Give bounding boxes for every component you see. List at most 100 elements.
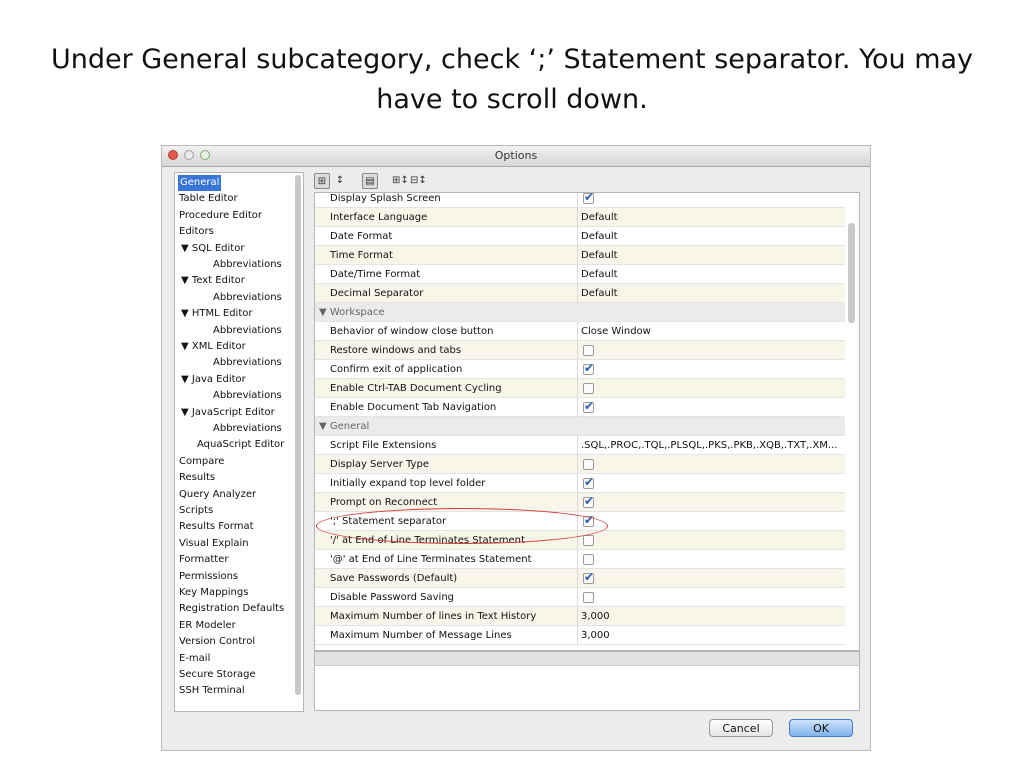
settings-row[interactable]: Maximum Number of lines in Text History 3… bbox=[315, 607, 845, 626]
sidebar-item[interactable]: Permissions bbox=[179, 569, 238, 585]
sidebar-item[interactable]: Secure Storage bbox=[179, 667, 256, 683]
sidebar-item[interactable]: ER Modeler bbox=[179, 618, 236, 634]
show-description-icon[interactable]: ▤ bbox=[362, 173, 378, 189]
sidebar-item[interactable]: General bbox=[178, 175, 222, 191]
settings-row[interactable]: Interface Language Default bbox=[315, 208, 845, 227]
sidebar-item[interactable]: Abbreviations bbox=[213, 388, 282, 404]
settings-row[interactable]: Display Server Type bbox=[315, 455, 845, 474]
setting-checkbox[interactable] bbox=[583, 568, 594, 587]
setting-value[interactable]: Default bbox=[581, 284, 618, 303]
categorized-view-icon[interactable]: ⊞ bbox=[314, 173, 330, 189]
sidebar-item[interactable]: ▼ Text Editor bbox=[181, 273, 245, 289]
settings-row[interactable]: Restore windows and tabs bbox=[315, 341, 845, 360]
window-titlebar[interactable]: Options bbox=[162, 146, 870, 167]
sidebar-item[interactable]: Query Analyzer bbox=[179, 487, 256, 503]
description-panel bbox=[314, 651, 860, 711]
sidebar-item[interactable]: E-mail bbox=[179, 651, 210, 667]
setting-checkbox[interactable] bbox=[583, 383, 594, 394]
grid-scrollbar[interactable] bbox=[848, 223, 855, 323]
setting-checkbox[interactable] bbox=[583, 592, 594, 603]
setting-name: Interface Language bbox=[330, 212, 428, 223]
settings-row[interactable]: Decimal Separator Default bbox=[315, 284, 845, 303]
settings-row[interactable]: Maximum Number of Message Lines 3,000 bbox=[315, 626, 845, 645]
setting-checkbox[interactable] bbox=[583, 473, 594, 492]
sort-alpha-icon[interactable]: ↕ bbox=[332, 173, 348, 189]
sidebar-item[interactable]: Abbreviations bbox=[213, 355, 282, 371]
settings-row[interactable]: Enable Ctrl-TAB Document Cycling bbox=[315, 379, 845, 398]
setting-value[interactable]: Default bbox=[581, 208, 618, 227]
setting-name: Disable Password Saving bbox=[330, 592, 455, 603]
settings-grid[interactable]: Maximum Number of Message Lines 3,000 Maxi… bbox=[314, 192, 860, 651]
settings-row[interactable]: Date/Time Format Default bbox=[315, 265, 845, 284]
settings-category-row[interactable]: ▼ General bbox=[315, 417, 845, 436]
setting-checkbox[interactable] bbox=[583, 397, 594, 416]
column-divider bbox=[577, 322, 578, 341]
sidebar-item[interactable]: ▼ SQL Editor bbox=[181, 241, 244, 257]
collapse-all-icon[interactable]: ⊟↕ bbox=[410, 173, 427, 189]
sidebar-item[interactable]: Abbreviations bbox=[213, 323, 282, 339]
sidebar-item[interactable]: Results Format bbox=[179, 519, 254, 535]
sidebar-item[interactable]: Abbreviations bbox=[213, 421, 282, 437]
settings-row[interactable]: Enable Document Tab Navigation bbox=[315, 397, 845, 417]
setting-value[interactable]: .SQL,.PROC,.TQL,.PLSQL,.PKS,.PKB,.XQB,.T… bbox=[581, 436, 837, 455]
sidebar-item[interactable]: Formatter bbox=[179, 552, 228, 568]
sidebar-item[interactable]: Results bbox=[179, 470, 215, 486]
setting-value[interactable]: Default bbox=[581, 227, 618, 246]
settings-row[interactable]: Script File Extensions .SQL,.PROC,.TQL,.P… bbox=[315, 436, 845, 455]
category-tree[interactable]: General Table Editor Procedure Editor Edito… bbox=[174, 172, 304, 712]
settings-row[interactable]: '@' at End of Line Terminates Statement bbox=[315, 550, 845, 569]
cancel-button[interactable]: Cancel bbox=[709, 719, 773, 737]
setting-value[interactable]: Default bbox=[581, 246, 618, 265]
column-divider bbox=[577, 193, 578, 208]
sidebar-item[interactable]: Visual Explain bbox=[179, 536, 249, 552]
sidebar-item[interactable]: ▼ JavaScript Editor bbox=[181, 405, 275, 421]
sidebar-item[interactable]: Table Editor bbox=[179, 191, 238, 207]
sidebar-item[interactable]: Version Control bbox=[179, 634, 255, 650]
setting-checkbox[interactable] bbox=[583, 359, 594, 378]
sidebar-item[interactable]: ▼ Java Editor bbox=[181, 372, 246, 388]
setting-value[interactable]: Close Window bbox=[581, 322, 651, 341]
expand-all-icon[interactable]: ⊞↕ bbox=[392, 173, 409, 189]
settings-row[interactable]: Display Splash Screen bbox=[315, 193, 845, 208]
setting-value[interactable]: Default bbox=[581, 265, 618, 284]
column-divider bbox=[577, 550, 578, 569]
sidebar-item[interactable]: Abbreviations bbox=[213, 257, 282, 273]
setting-checkbox[interactable] bbox=[583, 535, 594, 546]
sidebar-item[interactable]: Compare bbox=[179, 454, 224, 470]
setting-value[interactable]: 3,000 bbox=[581, 626, 610, 645]
settings-row[interactable]: Initially expand top level folder bbox=[315, 473, 845, 493]
sidebar-item[interactable]: Registration Defaults bbox=[179, 601, 284, 617]
sidebar-scrollbar[interactable] bbox=[295, 175, 301, 695]
sidebar-item[interactable]: Scripts bbox=[179, 503, 213, 519]
sidebar-item[interactable]: Abbreviations bbox=[213, 290, 282, 306]
setting-checkbox[interactable] bbox=[583, 193, 594, 207]
settings-row[interactable]: Disable Password Saving bbox=[315, 588, 845, 607]
column-divider bbox=[577, 398, 578, 417]
sidebar-item[interactable]: Editors bbox=[179, 224, 214, 240]
setting-value[interactable]: 3,000 bbox=[581, 607, 610, 626]
setting-checkbox[interactable] bbox=[583, 554, 594, 565]
setting-name: Script File Extensions bbox=[330, 440, 437, 451]
settings-row[interactable]: Confirm exit of application bbox=[315, 359, 845, 379]
setting-name: Restore windows and tabs bbox=[330, 345, 462, 356]
sidebar-item[interactable]: SSH Terminal bbox=[179, 683, 245, 699]
settings-category-row[interactable]: ▼ Workspace bbox=[315, 303, 845, 322]
setting-checkbox[interactable] bbox=[583, 459, 594, 470]
settings-row[interactable]: Behavior of window close button Close Win… bbox=[315, 322, 845, 341]
slide-title: Under General subcategory, check ‘;’ Sta… bbox=[50, 44, 974, 115]
window-title: Options bbox=[494, 149, 538, 162]
sidebar-item[interactable]: ▼ HTML Editor bbox=[181, 306, 252, 322]
sidebar-item[interactable]: Procedure Editor bbox=[179, 208, 262, 224]
settings-row[interactable]: Save Passwords (Default) bbox=[315, 568, 845, 588]
setting-checkbox[interactable] bbox=[583, 345, 594, 356]
highlight-circle-annotation bbox=[316, 508, 608, 544]
sidebar-item[interactable]: Key Mappings bbox=[179, 585, 248, 601]
setting-checkbox[interactable] bbox=[583, 492, 594, 511]
settings-row[interactable]: Date Format Default bbox=[315, 227, 845, 246]
ok-button[interactable]: OK bbox=[789, 719, 853, 737]
sidebar-item[interactable]: AquaScript Editor bbox=[197, 437, 284, 453]
settings-row[interactable]: Time Format Default bbox=[315, 246, 845, 265]
sidebar-item[interactable]: ▼ XML Editor bbox=[181, 339, 246, 355]
column-divider bbox=[577, 607, 578, 626]
setting-name: Display Server Type bbox=[330, 459, 429, 470]
